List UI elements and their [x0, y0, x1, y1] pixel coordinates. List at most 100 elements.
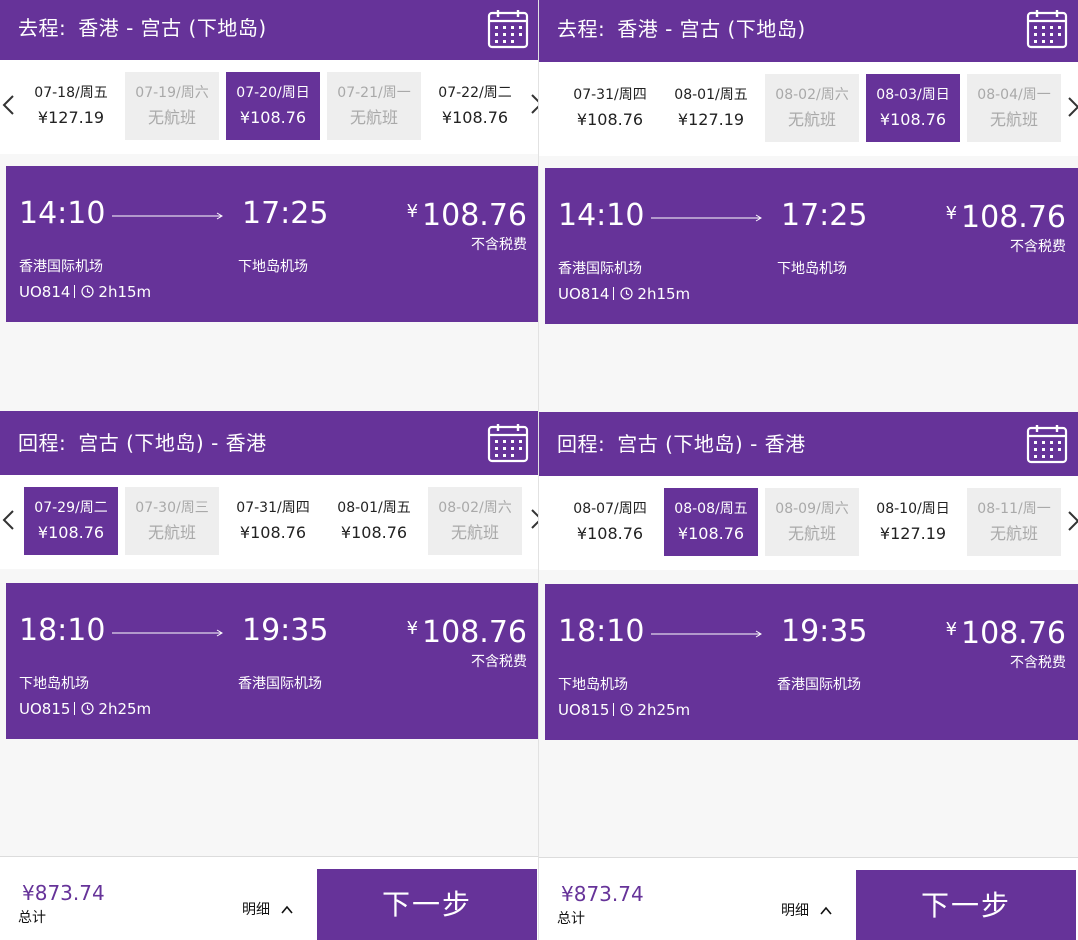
date-tile[interactable]: 07-22/周二 ¥108.76 — [428, 72, 522, 140]
calendar-icon[interactable] — [1026, 9, 1068, 49]
return-flight-card[interactable]: 18:10 19:35 ¥108.76 不含税费 下地岛机场 香港国际机场 UO… — [545, 584, 1078, 740]
clock-icon — [81, 285, 95, 298]
date-tile-date: 08-09/周六 — [775, 501, 849, 517]
date-tile-date: 07-20/周日 — [236, 85, 310, 101]
date-tile-price: 无航班 — [989, 110, 1038, 129]
return-date-strip: 08-07/周四 ¥108.76 08-08/周五 ¥108.76 08-09/周六… — [539, 476, 1078, 570]
date-tile-date: 08-10/周日 — [876, 501, 950, 517]
total-label: 总计 — [18, 910, 46, 926]
date-tile-date: 07-30/周三 — [135, 500, 209, 516]
flight-meta: UO814 2h15m — [558, 284, 690, 304]
flight-price: ¥108.76 — [946, 612, 1066, 652]
date-tile-price: ¥108.76 — [576, 524, 644, 543]
date-tile[interactable]: 07-31/周四 ¥108.76 — [563, 74, 657, 142]
outbound-label: 去程: — [18, 16, 67, 40]
return-route: 宫古 (下地岛) - 香港 — [78, 431, 267, 455]
date-tile[interactable]: 08-11/周一 无航班 — [967, 488, 1061, 556]
date-tile-price: ¥108.76 — [879, 110, 947, 129]
chevron-left-icon[interactable] — [0, 90, 20, 120]
date-tile-selected[interactable]: 08-08/周五 ¥108.76 — [664, 488, 758, 556]
outbound-flight-card[interactable]: 14:10 17:25 ¥108.76 不含税费 香港国际机场 下地岛机场 UO… — [545, 168, 1078, 324]
date-tile[interactable]: 07-21/周一 无航班 — [327, 72, 421, 140]
return-route: 宫古 (下地岛) - 香港 — [617, 432, 806, 456]
clock-icon — [620, 287, 634, 300]
date-tile-date: 08-03/周日 — [876, 87, 950, 103]
date-tile-price: 无航班 — [147, 523, 196, 542]
chevron-up-icon — [280, 903, 294, 917]
calendar-icon[interactable] — [1026, 424, 1068, 464]
flight-meta: UO814 2h15m — [19, 282, 151, 302]
date-tile-date: 08-01/周五 — [674, 87, 748, 103]
flight-meta: UO815 2h25m — [558, 700, 690, 720]
booking-footer: ¥873.74 总计 明细 下一步 — [539, 857, 1078, 940]
flight-meta: UO815 2h25m — [19, 699, 151, 719]
date-tile-price: ¥127.19 — [37, 108, 105, 127]
departure-time: 18:10 — [558, 614, 645, 649]
tax-note: 不含税费 — [1010, 655, 1066, 671]
departure-time: 14:10 — [19, 196, 106, 231]
arrival-airport: 香港国际机场 — [777, 677, 861, 693]
date-tile[interactable]: 07-30/周三 无航班 — [125, 487, 219, 555]
arrival-airport: 下地岛机场 — [777, 261, 847, 277]
date-tile-selected[interactable]: 07-20/周日 ¥108.76 — [226, 72, 320, 140]
date-tile-price: ¥108.76 — [441, 108, 509, 127]
date-tile-selected[interactable]: 07-29/周二 ¥108.76 — [24, 487, 118, 555]
calendar-icon[interactable] — [487, 9, 529, 49]
total-label: 总计 — [557, 911, 585, 927]
clock-icon — [81, 702, 95, 715]
departure-airport: 香港国际机场 — [19, 259, 103, 275]
calendar-icon[interactable] — [487, 423, 529, 463]
date-tile[interactable]: 07-19/周六 无航班 — [125, 72, 219, 140]
date-tile-price: ¥108.76 — [677, 524, 745, 543]
details-toggle[interactable]: 明细 — [781, 900, 833, 922]
departure-airport: 下地岛机场 — [558, 677, 628, 693]
outbound-header: 去程: 香港 - 宫古 (下地岛) — [539, 0, 1078, 62]
arrival-airport: 下地岛机场 — [238, 259, 308, 275]
flight-price: ¥108.76 — [407, 194, 527, 234]
date-tile-price: 无航班 — [787, 524, 836, 543]
date-tile[interactable]: 08-10/周日 ¥127.19 — [866, 488, 960, 556]
currency-symbol: ¥ — [945, 203, 958, 224]
date-tile-date: 08-11/周一 — [977, 501, 1051, 517]
date-tile[interactable]: 08-02/周六 无航班 — [428, 487, 522, 555]
date-tile[interactable]: 08-09/周六 无航班 — [765, 488, 859, 556]
currency-symbol: ¥ — [406, 201, 419, 222]
date-tile[interactable]: 08-01/周五 ¥108.76 — [327, 487, 421, 555]
date-tile[interactable]: 08-02/周六 无航班 — [765, 74, 859, 142]
total-price: ¥873.74 — [561, 882, 644, 906]
next-button[interactable]: 下一步 — [317, 869, 537, 940]
date-tile-date: 08-01/周五 — [337, 500, 411, 516]
flight-number: UO815 — [19, 700, 71, 718]
return-label: 回程: — [18, 431, 67, 455]
date-tile-price: ¥127.19 — [677, 110, 745, 129]
date-tile-price: ¥108.76 — [37, 523, 105, 542]
date-tile-price: 无航班 — [989, 524, 1038, 543]
date-tile-selected[interactable]: 08-03/周日 ¥108.76 — [866, 74, 960, 142]
date-tile[interactable]: 07-18/周五 ¥127.19 — [24, 72, 118, 140]
return-flight-card[interactable]: 18:10 19:35 ¥108.76 不含税费 下地岛机场 香港国际机场 UO… — [6, 583, 539, 739]
next-button[interactable]: 下一步 — [856, 870, 1076, 940]
outbound-date-strip: 07-31/周四 ¥108.76 08-01/周五 ¥127.19 08-02/周六… — [539, 62, 1078, 156]
arrival-time: 17:25 — [242, 196, 329, 231]
arrival-airport: 香港国际机场 — [238, 676, 322, 692]
flight-number: UO814 — [558, 285, 610, 303]
date-tile[interactable]: 08-01/周五 ¥127.19 — [664, 74, 758, 142]
arrival-time: 17:25 — [781, 198, 868, 233]
details-toggle[interactable]: 明细 — [242, 899, 294, 921]
date-tile[interactable]: 07-31/周四 ¥108.76 — [226, 487, 320, 555]
outbound-flight-card[interactable]: 14:10 17:25 ¥108.76 不含税费 香港国际机场 下地岛机场 UO… — [6, 166, 539, 322]
return-section: 回程: 宫古 (下地岛) - 香港 07-29/周二 ¥108.76 07-30/周… — [0, 411, 539, 741]
date-tile[interactable]: 08-07/周四 ¥108.76 — [563, 488, 657, 556]
outbound-date-strip: 07-18/周五 ¥127.19 07-19/周六 无航班 07-20/周日 ¥108… — [0, 60, 539, 154]
outbound-title: 去程: 香港 - 宫古 (下地岛) — [557, 15, 806, 43]
date-tile-date: 08-08/周五 — [674, 501, 748, 517]
date-tile[interactable]: 08-04/周一 无航班 — [967, 74, 1061, 142]
chevron-right-icon[interactable] — [1062, 92, 1078, 122]
outbound-label: 去程: — [557, 17, 606, 41]
date-tile-price: ¥108.76 — [576, 110, 644, 129]
arrival-time: 19:35 — [242, 613, 329, 648]
currency-symbol: ¥ — [406, 618, 419, 639]
chevron-right-icon[interactable] — [1062, 506, 1078, 536]
chevron-left-icon[interactable] — [0, 505, 20, 535]
booking-panel-right: 去程: 香港 - 宫古 (下地岛) 07-31/周四 ¥108.76 08-01/周… — [539, 0, 1078, 940]
